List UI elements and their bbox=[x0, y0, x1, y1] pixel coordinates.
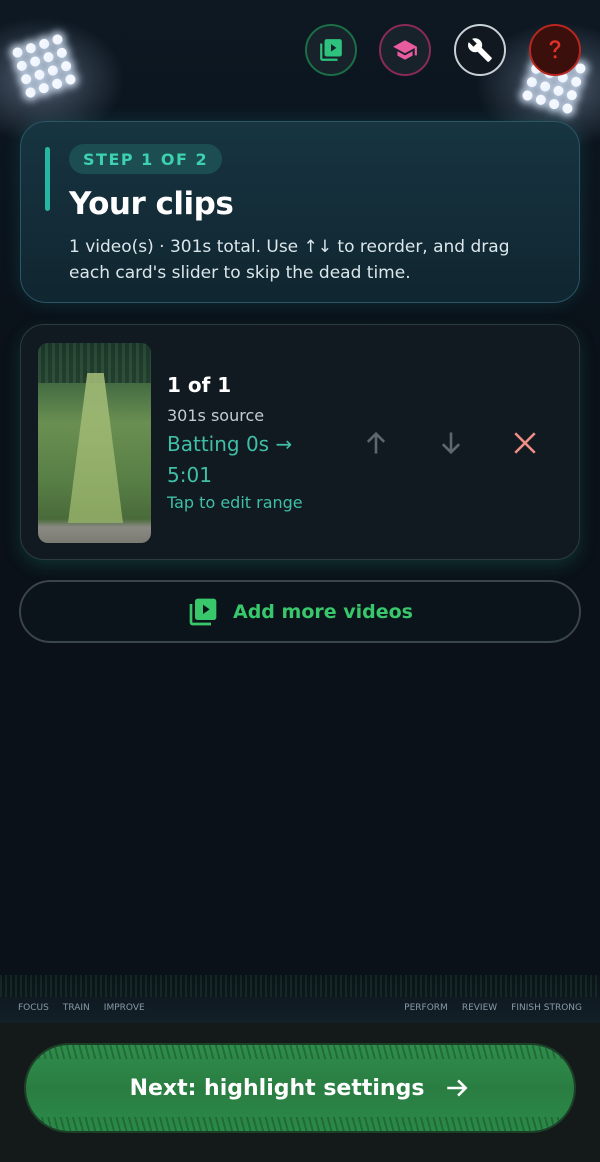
tutorial-button[interactable] bbox=[379, 24, 431, 76]
clip-thumbnail[interactable] bbox=[38, 343, 151, 543]
clip-card[interactable]: 1 of 1 301s source Batting 0s → 5:01 Tap… bbox=[20, 324, 580, 560]
help-icon bbox=[549, 40, 561, 59]
banner-word: REVIEW bbox=[461, 1003, 498, 1013]
banner-left-words: FOCUS TRAIN IMPROVE bbox=[18, 1003, 145, 1013]
button-grass-bottom bbox=[26, 1117, 574, 1131]
add-more-videos-label: Add more videos bbox=[233, 600, 413, 623]
remove-clip-button[interactable] bbox=[507, 425, 543, 461]
wrench-icon bbox=[468, 38, 492, 62]
clip-position: 1 of 1 bbox=[167, 373, 232, 397]
step-indicator: STEP 1 OF 2 bbox=[69, 144, 223, 174]
banner-right-words: PERFORM REVIEW FINISH STRONG bbox=[404, 1003, 582, 1013]
video-library-button[interactable] bbox=[305, 24, 357, 76]
graduation-cap-icon bbox=[393, 40, 417, 60]
button-grass-top bbox=[26, 1045, 574, 1059]
clip-range[interactable]: Batting 0s → 5:01 bbox=[167, 429, 317, 491]
arrow-right-icon bbox=[447, 1079, 468, 1097]
banner-word: FOCUS bbox=[18, 1003, 49, 1013]
banner-word: TRAIN bbox=[62, 1003, 90, 1013]
step-description: 1 video(s) · 301s total. Use ↑↓ to reord… bbox=[69, 237, 510, 283]
banner-word: FINISH STRONG bbox=[511, 1003, 582, 1013]
motivation-banner: FOCUS TRAIN IMPROVE PERFORM REVIEW FINIS… bbox=[0, 975, 600, 1023]
banner-word: IMPROVE bbox=[103, 1003, 145, 1013]
next-button-label: Next: highlight settings bbox=[129, 1075, 425, 1101]
close-icon bbox=[514, 432, 536, 454]
banner-grass bbox=[0, 975, 600, 997]
video-library-icon bbox=[189, 598, 217, 625]
move-up-button[interactable] bbox=[358, 425, 394, 461]
next-highlight-settings-button[interactable]: Next: highlight settings bbox=[26, 1045, 574, 1131]
thumbnail-pitch bbox=[68, 373, 123, 523]
video-library-icon bbox=[320, 39, 342, 61]
settings-button[interactable] bbox=[454, 24, 506, 76]
arrow-up-icon bbox=[366, 431, 386, 454]
page-title: Your clips bbox=[69, 186, 234, 222]
add-more-videos-button[interactable]: Add more videos bbox=[19, 580, 581, 643]
step-card: STEP 1 OF 2 Your clips 1 video(s) · 301s… bbox=[20, 121, 580, 303]
banner-word: PERFORM bbox=[404, 1003, 448, 1013]
edit-range-link[interactable]: Tap to edit range bbox=[167, 493, 303, 512]
help-button[interactable] bbox=[529, 24, 581, 76]
step-accent-bar bbox=[45, 147, 50, 211]
move-down-button[interactable] bbox=[433, 425, 469, 461]
clip-source-duration: 301s source bbox=[167, 406, 265, 425]
arrow-down-icon bbox=[441, 432, 461, 455]
